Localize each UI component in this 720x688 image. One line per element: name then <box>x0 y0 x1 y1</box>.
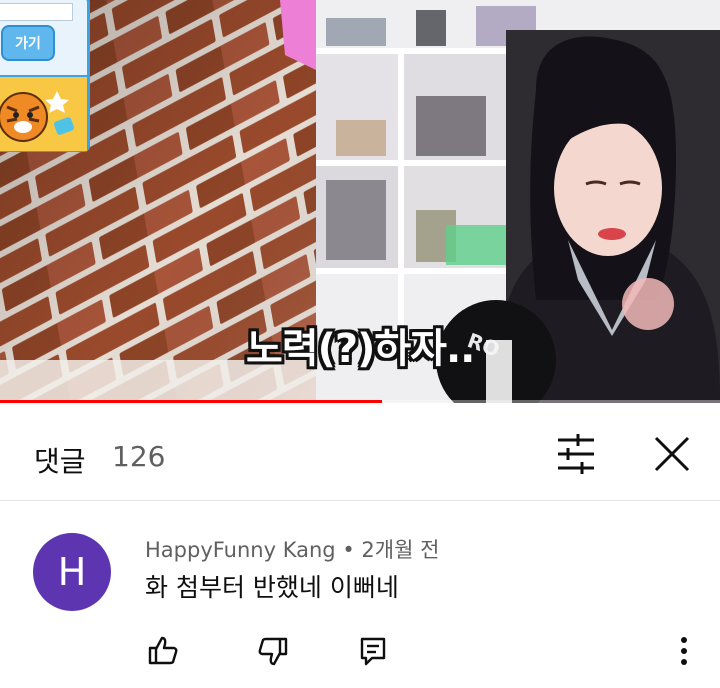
avatar[interactable]: H <box>33 533 111 611</box>
video-player[interactable]: 가기 RO 노력(?)하자.. <box>0 0 720 403</box>
comment-time: 2개월 전 <box>361 538 440 562</box>
thumbs-down-icon <box>258 637 288 666</box>
comments-count: 126 <box>112 440 166 473</box>
meta-separator: • <box>342 538 355 562</box>
thumbs-up-icon <box>148 636 178 665</box>
close-icon[interactable] <box>648 430 696 478</box>
progress-bar-fill <box>0 400 382 403</box>
like-button[interactable] <box>146 634 180 668</box>
header-divider <box>0 500 720 501</box>
progress-bar[interactable] <box>0 400 720 403</box>
comment-text: 화 첨부터 반했네 이뻐네 <box>145 573 399 602</box>
comments-title: 댓글 <box>34 445 86 478</box>
more-vertical-icon[interactable] <box>672 634 696 668</box>
comment-meta: HappyFunny Kang • 2개월 전 <box>145 534 439 564</box>
reply-icon <box>360 637 386 666</box>
video-subtitle: 노력(?)하자.. <box>246 326 475 372</box>
comments-header: 댓글 126 <box>0 404 720 500</box>
filter-icon[interactable] <box>552 432 600 476</box>
game-go-button: 가기 <box>1 25 55 61</box>
dislike-button[interactable] <box>256 634 290 668</box>
comment-author[interactable]: HappyFunny Kang <box>145 538 336 562</box>
tiger-mascot-image <box>0 75 87 151</box>
game-ui-panel: 가기 <box>0 0 90 152</box>
game-input-field <box>0 3 73 21</box>
reply-button[interactable] <box>356 634 390 668</box>
